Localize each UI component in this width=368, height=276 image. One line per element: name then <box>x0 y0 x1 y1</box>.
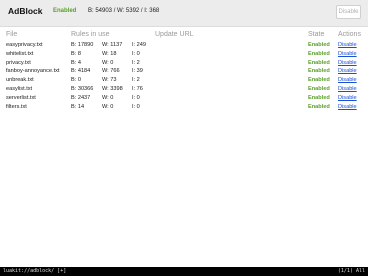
blocked-rules-count: B: 17890 <box>71 42 94 48</box>
state-label: Enabled <box>308 85 330 92</box>
blocked-rules-count: B: 4 <box>71 59 81 66</box>
table-row: easyprivacy.txt B: 17890 W: 1137 I: 249 Enab… <box>6 41 364 50</box>
whitelist-rules-count: W: 18 <box>102 50 117 57</box>
table-row: unbreak.txt B: 0 W: 73 I: 2 Enabled Disable <box>6 76 364 85</box>
blocked-rules-count: B: 30366 <box>71 85 94 92</box>
column-header-state: State <box>308 31 325 38</box>
disable-list-link[interactable]: Disable <box>338 67 357 76</box>
disable-list-link[interactable]: Disable <box>338 76 357 85</box>
adblock-page: AdBlock Enabled B: 54903 / W: 5392 / I: … <box>0 0 368 276</box>
table-row: fanboy-annoyance.txt B: 4184 W: 766 I: 39 En… <box>6 67 364 76</box>
blocked-rules-count: B: 2437 <box>71 94 91 101</box>
page-title: AdBlock <box>8 6 43 16</box>
blocked-rules-count: B: 8 <box>71 50 81 57</box>
ignored-rules-count: I: 2 <box>132 77 140 84</box>
disable-list-link[interactable]: Disable <box>338 41 357 50</box>
ignored-rules-count: I: 0 <box>132 103 140 110</box>
column-header-actions: Actions <box>338 31 361 38</box>
status-url: luakit://adblock/ [+] <box>3 268 67 274</box>
whitelist-rules-count: W: 3398 <box>102 85 123 92</box>
column-header-rules: Rules in use <box>71 31 110 38</box>
status-position: (1/1) All <box>337 268 365 274</box>
disable-list-link[interactable]: Disable <box>338 103 357 112</box>
file-name: unbreak.txt <box>6 77 34 84</box>
ignored-rules-count: I: 249 <box>132 42 146 48</box>
file-name: easylist.txt <box>6 85 33 92</box>
whitelist-rules-count: W: 0 <box>102 59 114 66</box>
file-name: whitelist.txt <box>6 50 34 57</box>
whitelist-rules-count: W: 766 <box>102 68 120 75</box>
table-row: serverlist.txt B: 2437 W: 0 I: 0 Enabled Disa… <box>6 94 364 103</box>
table-row: whitelist.txt B: 8 W: 18 I: 0 Enabled Disable <box>6 50 364 59</box>
status-bar: luakit://adblock/ [+] (1/1) All <box>0 267 368 276</box>
whitelist-rules-count: W: 1137 <box>102 42 123 48</box>
state-label: Enabled <box>308 59 330 66</box>
state-label: Enabled <box>308 103 330 110</box>
whitelist-rules-count: W: 0 <box>102 103 114 110</box>
ignored-rules-count: I: 0 <box>132 50 140 57</box>
whitelist-rules-count: W: 0 <box>102 94 114 101</box>
column-header-file: File <box>6 31 18 38</box>
state-label: Enabled <box>308 42 330 48</box>
file-name: easyprivacy.txt <box>6 42 43 48</box>
header-bar: AdBlock Enabled B: 54903 / W: 5392 / I: … <box>0 0 368 27</box>
state-label: Enabled <box>308 68 330 75</box>
disable-list-link[interactable]: Disable <box>338 94 357 103</box>
file-name: filters.txt <box>6 103 27 110</box>
table-row: privacy.txt B: 4 W: 0 I: 2 Enabled Disable <box>6 59 364 68</box>
ignored-rules-count: I: 39 <box>132 68 143 75</box>
ignored-rules-count: I: 76 <box>132 85 143 92</box>
disable-list-link[interactable]: Disable <box>338 85 357 94</box>
whitelist-rules-count: W: 73 <box>102 77 117 84</box>
disable-adblock-button[interactable]: Disable <box>336 5 361 19</box>
blocked-rules-count: B: 0 <box>71 77 81 84</box>
blocked-rules-count: B: 4184 <box>71 68 91 75</box>
table-row: easylist.txt B: 30366 W: 3398 I: 76 Enabled D… <box>6 85 364 94</box>
disable-list-link[interactable]: Disable <box>338 50 357 59</box>
file-name: privacy.txt <box>6 59 31 66</box>
state-label: Enabled <box>308 50 330 57</box>
filter-list-table: File Rules in use Update URL State Actio… <box>6 31 364 110</box>
rule-totals: B: 54903 / W: 5392 / I: 368 <box>88 8 160 14</box>
file-name: fanboy-annoyance.txt <box>6 68 60 75</box>
blocked-rules-count: B: 14 <box>71 103 85 110</box>
table-body: easyprivacy.txt B: 17890 W: 1137 I: 249 Enab… <box>6 41 364 111</box>
table-header: File Rules in use Update URL State Actio… <box>6 31 364 41</box>
table-row: filters.txt B: 14 W: 0 I: 0 Enabled Disable <box>6 103 364 112</box>
ignored-rules-count: I: 2 <box>132 59 140 66</box>
ignored-rules-count: I: 0 <box>132 94 140 101</box>
column-header-update-url: Update URL <box>155 31 194 38</box>
file-name: serverlist.txt <box>6 94 36 101</box>
adblock-status: Enabled <box>53 8 77 14</box>
state-label: Enabled <box>308 77 330 84</box>
disable-list-link[interactable]: Disable <box>338 59 357 68</box>
state-label: Enabled <box>308 94 330 101</box>
